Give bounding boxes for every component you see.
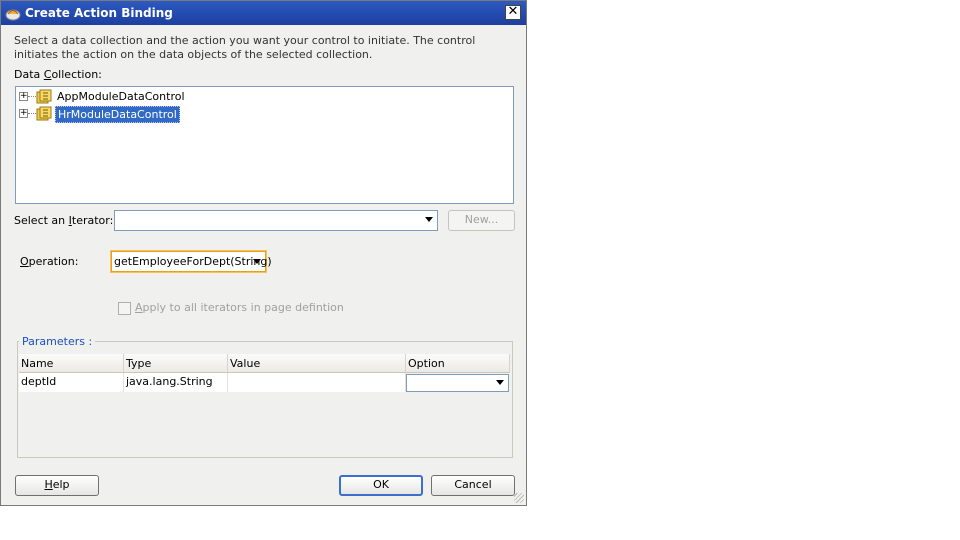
chevron-down-icon xyxy=(425,217,433,222)
dialog-title: Create Action Binding xyxy=(25,6,173,20)
iterator-combo[interactable] xyxy=(114,210,438,231)
tree-item-appmodule[interactable]: + AppModuleDataControl xyxy=(16,88,216,105)
apply-all-label: Apply to all iterators in page defintion xyxy=(135,301,344,314)
expand-icon[interactable]: + xyxy=(19,92,28,101)
ok-button[interactable]: OK xyxy=(339,475,423,496)
chevron-down-icon xyxy=(496,380,504,385)
column-header-option[interactable]: Option xyxy=(406,354,510,373)
tree-connector xyxy=(28,96,36,97)
cell-type[interactable]: java.lang.String xyxy=(124,373,228,392)
title-bar[interactable]: Create Action Binding ✕ xyxy=(1,1,526,25)
data-collection-tree[interactable]: + AppModuleDataControl + HrModuleDataCon… xyxy=(15,86,514,204)
new-iterator-button[interactable]: New... xyxy=(448,210,515,231)
apply-all-checkbox[interactable] xyxy=(118,302,131,315)
operation-label: Operation: xyxy=(20,255,79,268)
column-header-name[interactable]: Name xyxy=(19,354,124,373)
create-action-binding-dialog: Create Action Binding ✕ Select a data co… xyxy=(0,0,527,506)
resize-grip-icon[interactable] xyxy=(514,493,524,503)
cancel-button[interactable]: Cancel xyxy=(431,475,515,496)
expand-icon[interactable]: + xyxy=(19,109,28,118)
close-icon: ✕ xyxy=(507,4,519,19)
data-control-icon xyxy=(36,106,52,121)
help-button[interactable]: Help xyxy=(15,475,99,496)
column-header-value[interactable]: Value xyxy=(228,354,406,373)
operation-combo[interactable]: getEmployeeForDept(String) xyxy=(111,251,272,272)
tree-item-hrmodule[interactable]: + HrModuleDataControl xyxy=(16,105,216,123)
tree-item-label: AppModuleDataControl xyxy=(57,90,185,103)
chevron-down-icon xyxy=(253,259,261,264)
dialog-description: Select a data collection and the action … xyxy=(14,34,476,61)
iterator-label: Select an Iterator: xyxy=(14,214,114,227)
option-combo[interactable] xyxy=(406,374,509,392)
data-collection-label: Data Collection: xyxy=(14,68,102,81)
parameters-title: Parameters : xyxy=(19,335,96,348)
cell-value[interactable] xyxy=(228,373,406,392)
close-button[interactable]: ✕ xyxy=(505,5,521,20)
data-control-icon xyxy=(36,89,52,104)
column-header-type[interactable]: Type xyxy=(124,354,228,373)
operation-value: getEmployeeForDept(String) xyxy=(114,255,272,268)
tree-item-label: HrModuleDataControl xyxy=(55,106,180,123)
tree-connector xyxy=(28,113,36,114)
cell-name[interactable]: deptId xyxy=(19,373,124,392)
app-icon xyxy=(5,9,21,21)
